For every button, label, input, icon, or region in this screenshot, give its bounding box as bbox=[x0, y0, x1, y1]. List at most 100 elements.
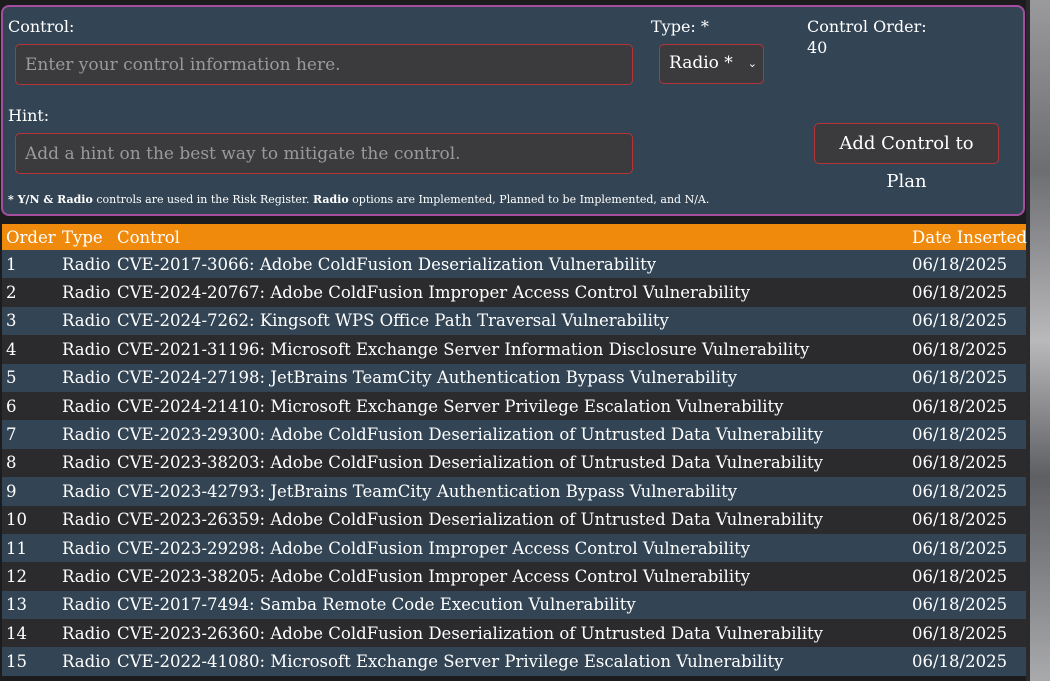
cell-date-inserted: 06/18/2025 bbox=[912, 453, 1008, 473]
controls-table: Order Type Control Date Inserted 1 Radio C… bbox=[2, 224, 1027, 676]
cell-date-inserted: 06/18/2025 bbox=[912, 595, 1008, 615]
table-row[interactable]: 9 Radio CVE-2023-42793: JetBrains TeamCity… bbox=[2, 477, 1026, 506]
table-row[interactable]: 14 Radio CVE-2023-26360: Adobe ColdFusion … bbox=[2, 619, 1026, 648]
chevron-down-icon: ⌄ bbox=[747, 57, 757, 70]
table-row[interactable]: 1 Radio CVE-2017-3066: Adobe ColdFusion De… bbox=[2, 250, 1026, 279]
cell-type: Radio bbox=[62, 283, 111, 303]
cell-date-inserted: 06/18/2025 bbox=[912, 481, 1008, 501]
cell-type: Radio bbox=[62, 510, 111, 530]
cell-order: 9 bbox=[6, 481, 17, 501]
cell-control: CVE-2023-26360: Adobe ColdFusion Deseria… bbox=[117, 623, 823, 643]
cell-date-inserted: 06/18/2025 bbox=[912, 425, 1008, 445]
type-label: Type: * bbox=[651, 17, 709, 36]
table-row[interactable]: 11 Radio CVE-2023-29298: Adobe ColdFusion … bbox=[2, 533, 1026, 563]
cell-type: Radio bbox=[62, 396, 111, 416]
control-input[interactable] bbox=[15, 44, 633, 85]
cell-type: Radio bbox=[62, 623, 111, 643]
table-header: Order Type Control Date Inserted bbox=[2, 224, 1027, 250]
note-text-2: options are Implemented, Planned to be I… bbox=[348, 193, 710, 206]
cell-date-inserted: 06/18/2025 bbox=[912, 254, 1008, 274]
cell-control: CVE-2023-38203: Adobe ColdFusion Deseria… bbox=[117, 453, 823, 473]
cell-date-inserted: 06/18/2025 bbox=[912, 510, 1008, 530]
table-row[interactable]: 8 Radio CVE-2023-38203: Adobe ColdFusion D… bbox=[2, 448, 1026, 478]
cell-control: CVE-2023-42793: JetBrains TeamCity Authe… bbox=[117, 481, 738, 501]
cell-order: 14 bbox=[6, 623, 27, 643]
cell-type: Radio bbox=[62, 425, 111, 445]
cell-control: CVE-2024-27198: JetBrains TeamCity Authe… bbox=[117, 368, 738, 388]
cell-order: 15 bbox=[6, 652, 27, 672]
cell-type: Radio bbox=[62, 652, 111, 672]
cell-type: Radio bbox=[62, 566, 111, 586]
cell-type: Radio bbox=[62, 368, 111, 388]
cell-control: CVE-2023-29298: Adobe ColdFusion Imprope… bbox=[117, 538, 751, 558]
cell-date-inserted: 06/18/2025 bbox=[912, 339, 1008, 359]
cell-control: CVE-2024-7262: Kingsoft WPS Office Path … bbox=[117, 311, 669, 331]
cell-date-inserted: 06/18/2025 bbox=[912, 566, 1008, 586]
background-texture bbox=[1026, 0, 1050, 681]
cell-type: Radio bbox=[62, 339, 111, 359]
cell-order: 6 bbox=[6, 396, 17, 416]
add-control-form: Control: Type: * Radio * ⌄ Control Order… bbox=[1, 5, 1025, 216]
note-bold-radio: Radio bbox=[312, 193, 349, 206]
cell-order: 11 bbox=[6, 538, 27, 558]
cell-date-inserted: 06/18/2025 bbox=[912, 652, 1008, 672]
cell-control: CVE-2024-21410: Microsoft Exchange Serve… bbox=[117, 396, 784, 416]
cell-control: CVE-2021-31196: Microsoft Exchange Serve… bbox=[117, 339, 810, 359]
add-control-button[interactable]: Add Control to Plan bbox=[814, 123, 999, 192]
cell-date-inserted: 06/18/2025 bbox=[912, 396, 1008, 416]
table-body: 1 Radio CVE-2017-3066: Adobe ColdFusion De… bbox=[2, 250, 1026, 676]
table-row[interactable]: 10 Radio CVE-2023-26359: Adobe ColdFusion … bbox=[2, 505, 1026, 534]
cell-order: 7 bbox=[6, 425, 17, 445]
table-row[interactable]: 12 Radio CVE-2023-38205: Adobe ColdFusion … bbox=[2, 562, 1026, 591]
cell-type: Radio bbox=[62, 453, 111, 473]
cell-order: 8 bbox=[6, 453, 17, 473]
cell-order: 3 bbox=[6, 311, 17, 331]
cell-type: Radio bbox=[62, 481, 111, 501]
cell-date-inserted: 06/18/2025 bbox=[912, 368, 1008, 388]
cell-order: 1 bbox=[6, 254, 17, 274]
cell-type: Radio bbox=[62, 538, 111, 558]
header-date-inserted[interactable]: Date Inserted bbox=[910, 228, 1027, 247]
cell-order: 4 bbox=[6, 339, 17, 359]
header-type[interactable]: Type bbox=[60, 228, 115, 247]
table-row[interactable]: 5 Radio CVE-2024-27198: JetBrains TeamCity… bbox=[2, 363, 1026, 392]
type-select-value: Radio * bbox=[669, 53, 733, 73]
cell-type: Radio bbox=[62, 254, 111, 274]
type-select[interactable]: Radio * ⌄ bbox=[659, 44, 764, 84]
control-order-label: Control Order: bbox=[807, 17, 927, 36]
cell-order: 5 bbox=[6, 368, 17, 388]
cell-control: CVE-2022-41080: Microsoft Exchange Serve… bbox=[117, 652, 784, 672]
cell-control: CVE-2023-38205: Adobe ColdFusion Imprope… bbox=[117, 566, 751, 586]
control-order-value: 40 bbox=[807, 38, 828, 57]
cell-order: 10 bbox=[6, 510, 27, 530]
cell-control: CVE-2017-3066: Adobe ColdFusion Deserial… bbox=[117, 254, 657, 274]
cell-date-inserted: 06/18/2025 bbox=[912, 623, 1008, 643]
cell-control: CVE-2023-26359: Adobe ColdFusion Deseria… bbox=[117, 510, 823, 530]
control-label: Control: bbox=[8, 17, 75, 36]
table-row[interactable]: 6 Radio CVE-2024-21410: Microsoft Exchange… bbox=[2, 391, 1026, 421]
hint-label: Hint: bbox=[8, 106, 50, 125]
cell-type: Radio bbox=[62, 595, 111, 615]
cell-order: 13 bbox=[6, 595, 27, 615]
cell-date-inserted: 06/18/2025 bbox=[912, 283, 1008, 303]
table-row[interactable]: 7 Radio CVE-2023-29300: Adobe ColdFusion D… bbox=[2, 420, 1026, 449]
cell-type: Radio bbox=[62, 311, 111, 331]
table-row[interactable]: 13 Radio CVE-2017-7494: Samba Remote Code … bbox=[2, 590, 1026, 620]
cell-date-inserted: 06/18/2025 bbox=[912, 538, 1008, 558]
note-text-1: controls are used in the Risk Register. bbox=[92, 193, 313, 206]
cell-control: CVE-2017-7494: Samba Remote Code Executi… bbox=[117, 595, 636, 615]
table-row[interactable]: 15 Radio CVE-2022-41080: Microsoft Exchang… bbox=[2, 647, 1026, 676]
cell-order: 12 bbox=[6, 566, 27, 586]
table-row[interactable]: 2 Radio CVE-2024-20767: Adobe ColdFusion I… bbox=[2, 278, 1026, 307]
cell-control: CVE-2023-29300: Adobe ColdFusion Deseria… bbox=[117, 425, 823, 445]
cell-order: 2 bbox=[6, 283, 17, 303]
hint-input[interactable] bbox=[15, 133, 633, 174]
table-row[interactable]: 3 Radio CVE-2024-7262: Kingsoft WPS Office… bbox=[2, 306, 1026, 336]
cell-date-inserted: 06/18/2025 bbox=[912, 311, 1008, 331]
table-row[interactable]: 4 Radio CVE-2021-31196: Microsoft Exchange… bbox=[2, 335, 1026, 364]
cell-control: CVE-2024-20767: Adobe ColdFusion Imprope… bbox=[117, 283, 751, 303]
risk-register-note: * Y/N & Radio controls are used in the R… bbox=[8, 193, 709, 207]
header-order[interactable]: Order bbox=[2, 228, 60, 247]
header-control[interactable]: Control bbox=[115, 228, 910, 247]
note-bold-yn-radio: * Y/N & Radio bbox=[8, 193, 93, 206]
